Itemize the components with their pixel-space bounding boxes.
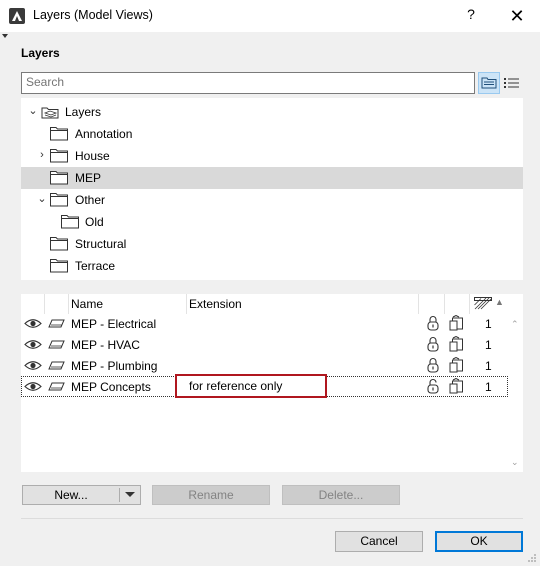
tree-item-label: Old bbox=[85, 215, 104, 229]
divider bbox=[21, 518, 523, 519]
new-button[interactable]: New... bbox=[22, 485, 141, 505]
collapse-arrow-icon[interactable] bbox=[2, 34, 8, 38]
lock-icon[interactable] bbox=[424, 315, 442, 332]
delete-button[interactable]: Delete... bbox=[282, 485, 400, 505]
rename-button[interactable]: Rename bbox=[152, 485, 270, 505]
tree-item-house[interactable]: › House bbox=[21, 145, 523, 167]
name-column-label: Name bbox=[71, 297, 104, 311]
tree-item-layers[interactable]: ⌄ Layers bbox=[21, 101, 523, 123]
wireframe-column-header[interactable] bbox=[45, 294, 69, 314]
layer-display-icon[interactable] bbox=[448, 377, 466, 395]
cancel-button[interactable]: Cancel bbox=[335, 531, 423, 552]
table-row[interactable]: MEP - Plumbing 1 bbox=[21, 355, 508, 376]
folder-icon bbox=[61, 214, 80, 229]
layer-name: MEP - Plumbing bbox=[71, 359, 158, 373]
table-row[interactable]: MEP Concepts for reference only 1 bbox=[21, 374, 508, 398]
folder-icon bbox=[50, 236, 69, 251]
tree-item-old[interactable]: Old bbox=[21, 211, 523, 233]
folder-icon bbox=[50, 192, 69, 207]
intersection-group-value[interactable]: 1 bbox=[485, 317, 492, 331]
extension-column-header[interactable]: Extension bbox=[187, 294, 419, 314]
lock-icon[interactable] bbox=[424, 357, 442, 374]
table-row[interactable]: MEP - Electrical 1 bbox=[21, 313, 508, 334]
layer-display-icon[interactable] bbox=[448, 335, 466, 353]
scroll-up-icon[interactable]: ⌃ bbox=[511, 319, 519, 330]
display-column-header[interactable] bbox=[445, 294, 470, 314]
ok-button[interactable]: OK bbox=[435, 531, 523, 552]
eye-icon[interactable] bbox=[24, 315, 42, 332]
chevron-down-icon[interactable]: ⌄ bbox=[26, 104, 40, 118]
sort-ascending-icon[interactable]: ▲ bbox=[495, 297, 504, 307]
help-button[interactable]: ? bbox=[462, 6, 480, 26]
tree-item-mep[interactable]: MEP bbox=[21, 167, 523, 189]
layer-display-icon[interactable] bbox=[448, 314, 466, 332]
tree-item-annotation[interactable]: Annotation bbox=[21, 123, 523, 145]
tree-item-terrace[interactable]: Terrace bbox=[21, 255, 523, 277]
unlock-icon[interactable] bbox=[424, 378, 442, 395]
search-box[interactable] bbox=[21, 72, 475, 94]
eye-icon[interactable] bbox=[24, 336, 42, 353]
layer-list[interactable]: Name Extension ▲ MEP - Electrical 1 MEP … bbox=[21, 294, 508, 472]
tree-item-label: Annotation bbox=[75, 127, 133, 141]
tree-item-label: Terrace bbox=[75, 259, 116, 273]
table-row[interactable]: MEP - HVAC 1 bbox=[21, 334, 508, 355]
extension-edit-field[interactable]: for reference only bbox=[175, 374, 327, 398]
eye-icon[interactable] bbox=[24, 378, 42, 395]
intersection-group-value[interactable]: 1 bbox=[485, 380, 492, 394]
new-button-label: New... bbox=[54, 488, 88, 502]
tree-item-label: House bbox=[75, 149, 110, 163]
folder-icon bbox=[50, 258, 69, 273]
intersection-group-value[interactable]: 1 bbox=[485, 359, 492, 373]
lock-icon[interactable] bbox=[424, 336, 442, 353]
layer-name: MEP - HVAC bbox=[71, 338, 140, 352]
tree-item-label: Layers bbox=[65, 105, 102, 119]
folder-icon bbox=[50, 126, 69, 141]
intersection-column-header[interactable]: ▲ bbox=[470, 294, 508, 314]
tree-item-label: Other bbox=[75, 193, 106, 207]
chevron-right-icon[interactable]: › bbox=[35, 148, 49, 162]
app-icon bbox=[9, 8, 25, 24]
scroll-down-icon[interactable]: ⌄ bbox=[511, 457, 519, 468]
intersection-group-value[interactable]: 1 bbox=[485, 338, 492, 352]
layer-folder-tree[interactable]: ⌄ Layers Annotation › House MEP ⌄ Other … bbox=[21, 98, 523, 280]
folder-icon bbox=[50, 170, 69, 185]
tree-item-structural[interactable]: Structural bbox=[21, 233, 523, 255]
extension-column-label: Extension bbox=[189, 297, 242, 311]
chevron-down-icon[interactable]: ⌄ bbox=[35, 192, 49, 206]
layer-display-icon[interactable] bbox=[448, 356, 466, 374]
tree-item-label: MEP bbox=[75, 171, 102, 185]
dropdown-arrow-icon[interactable] bbox=[125, 492, 135, 497]
tree-item-other[interactable]: ⌄ Other bbox=[21, 189, 523, 211]
hatch-pattern-icon bbox=[474, 297, 492, 310]
eye-icon[interactable] bbox=[24, 357, 42, 374]
search-input[interactable] bbox=[22, 73, 470, 91]
tree-view-button[interactable] bbox=[478, 72, 500, 94]
lock-column-header[interactable] bbox=[419, 294, 445, 314]
close-button[interactable]: ✕ bbox=[505, 4, 529, 28]
tree-item-label: Structural bbox=[75, 237, 127, 251]
wireframe-icon[interactable] bbox=[48, 357, 66, 374]
layers-stack-icon bbox=[41, 104, 60, 119]
list-scrollbar[interactable]: ⌃ ⌄ bbox=[508, 294, 523, 472]
wireframe-icon[interactable] bbox=[48, 378, 66, 395]
name-column-header[interactable]: Name bbox=[69, 294, 187, 314]
wireframe-icon[interactable] bbox=[48, 336, 66, 353]
extension-value[interactable]: for reference only bbox=[189, 379, 282, 393]
resize-grip-icon[interactable] bbox=[527, 552, 537, 562]
layer-name: MEP - Electrical bbox=[71, 317, 157, 331]
visibility-column-header[interactable] bbox=[21, 294, 45, 314]
section-label: Layers bbox=[21, 46, 60, 60]
window-title: Layers (Model Views) bbox=[33, 8, 153, 22]
folder-icon bbox=[50, 148, 69, 163]
wireframe-icon[interactable] bbox=[48, 315, 66, 332]
list-view-button[interactable] bbox=[502, 72, 522, 94]
layer-name: MEP Concepts bbox=[71, 380, 151, 394]
